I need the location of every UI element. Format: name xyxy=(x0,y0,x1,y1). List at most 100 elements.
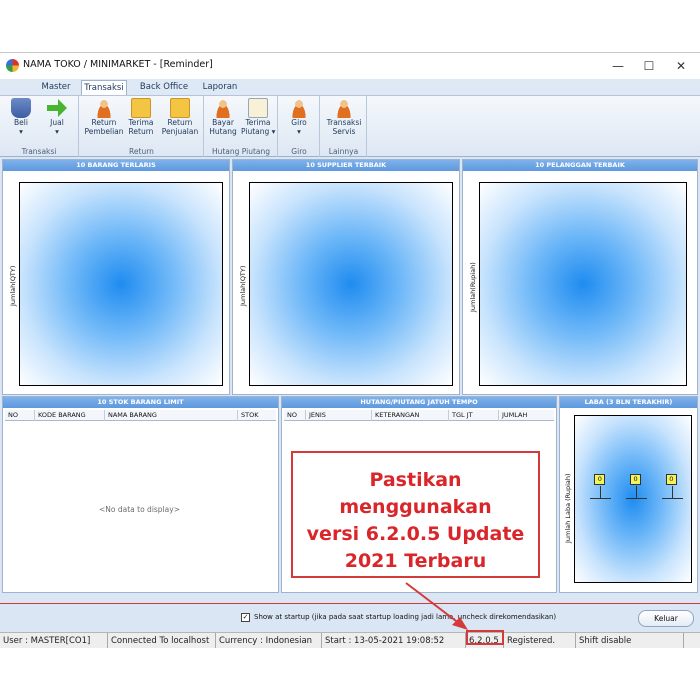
panel-title: 10 STOK BARANG LIMIT xyxy=(3,397,278,408)
maximize-button[interactable]: ☐ xyxy=(634,55,664,77)
return-penjualan-label: Return xyxy=(167,118,193,127)
panel-stok-barang-limit: 10 STOK BARANG LIMIT NO KODE BARANG NAMA… xyxy=(2,396,279,593)
tab-master[interactable]: Master xyxy=(38,80,74,95)
panel-supplier-terbaik: 10 SUPPLIER TERBAIK Jumlah(QTY) xyxy=(232,159,460,395)
chart-laba: 0 0 0 xyxy=(574,415,692,583)
panel-title: HUTANG/PIUTANG JATUH TEMPO xyxy=(282,397,556,408)
person-service-icon xyxy=(334,98,354,118)
ribbon-group-label: Return xyxy=(129,147,154,156)
title-bar: NAMA TOKO / MINIMARKET - [Reminder] — ☐ … xyxy=(0,53,700,79)
panel-title: 10 SUPPLIER TERBAIK xyxy=(233,160,459,171)
chart-ylabel: Jumlah(QTY) xyxy=(9,265,17,306)
show-at-startup-checkbox[interactable]: ✓ xyxy=(241,613,250,622)
status-connection: Connected To localhost xyxy=(108,633,216,648)
minimize-button[interactable]: — xyxy=(603,55,633,77)
tab-transaksi[interactable]: Transaksi xyxy=(81,80,127,95)
status-shift: Shift disable xyxy=(576,633,684,648)
grid-header: NO KODE BARANG NAMA BARANG STOK xyxy=(5,410,276,421)
bar-data-label: 0 xyxy=(665,474,677,485)
panel-title: 10 BARANG TERLARIS xyxy=(3,160,229,171)
return-pembelian-label-2: Pembelian xyxy=(84,127,124,136)
chart-barang-terlaris xyxy=(19,182,223,386)
jual-dropdown-icon: ▾ xyxy=(55,127,59,136)
chart-ylabel: Jumlah(QTY) xyxy=(239,265,247,306)
return-penjualan-button[interactable]: Return Penjualan xyxy=(160,98,200,136)
promo-line: versi 6.2.0.5 Update xyxy=(306,523,525,545)
ribbon-group-lainnya: Transaksi Servis Lainnya xyxy=(321,96,367,157)
status-resize-grip[interactable] xyxy=(684,633,700,648)
return-pembelian-button[interactable]: Return Pembelian xyxy=(84,98,124,136)
person-pay-icon xyxy=(213,98,233,118)
window-title: NAMA TOKO / MINIMARKET - [Reminder] xyxy=(23,59,213,70)
terima-return-label: Terima xyxy=(128,118,154,127)
app-logo-icon xyxy=(6,59,19,72)
bar-mark xyxy=(626,498,648,499)
panel-barang-terlaris: 10 BARANG TERLARIS Jumlah(QTY) xyxy=(2,159,230,395)
terima-piutang-label: Terima xyxy=(245,118,271,127)
beli-label: Beli xyxy=(14,118,28,127)
transaksi-servis-button[interactable]: Transaksi Servis xyxy=(325,98,363,136)
transaksi-servis-label: Transaksi xyxy=(326,118,362,127)
ribbon-group-giro: Giro ▾ Giro xyxy=(279,96,320,157)
panel-pelanggan-terbaik: 10 PELANGGAN TERBAIK Jumlah(Rupiah) xyxy=(462,159,698,395)
column-nama-barang[interactable]: NAMA BARANG xyxy=(105,410,238,421)
ribbon-tabs: Master Transaksi Back Office Laporan xyxy=(0,79,700,95)
terima-return-button[interactable]: Terima Return xyxy=(126,98,156,136)
return-penjualan-label-2: Penjualan xyxy=(161,127,199,136)
giro-button[interactable]: Giro ▾ xyxy=(287,98,311,136)
jual-label: Jual xyxy=(50,118,64,127)
ribbon-group-label: Transaksi xyxy=(21,147,57,156)
panel-title: LABA (3 BLN TERAKHIR) xyxy=(560,397,697,408)
column-keterangan[interactable]: KETERANGAN xyxy=(372,410,449,421)
close-button[interactable]: ✕ xyxy=(666,55,696,77)
bayar-hutang-button[interactable]: Bayar Hutang xyxy=(208,98,238,136)
chart-pelanggan-terbaik xyxy=(479,182,687,386)
bar-data-label: 0 xyxy=(594,474,606,485)
panel-title: 10 PELANGGAN TERBAIK xyxy=(463,160,697,171)
document-return-icon xyxy=(170,98,190,118)
giro-label: Giro xyxy=(291,118,307,127)
bar-data-label: 0 xyxy=(630,474,642,485)
jual-button[interactable]: Jual ▾ xyxy=(44,98,70,136)
bar-leader-line xyxy=(600,486,602,498)
grid-header: NO JENIS KETERANGAN TGL JT JUMLAH xyxy=(284,410,554,421)
column-jumlah[interactable]: JUMLAH xyxy=(499,410,556,421)
bar-leader-line xyxy=(671,486,673,498)
terima-piutang-button[interactable]: Terima Piutang ▾ xyxy=(241,98,275,136)
status-bar: User : MASTER[CO1] Connected To localhos… xyxy=(0,632,700,648)
person-giro-icon xyxy=(289,98,309,118)
bar-leader-line xyxy=(636,486,638,498)
document-icon xyxy=(131,98,151,118)
beli-button[interactable]: Beli ▾ xyxy=(8,98,34,136)
ribbon-group-label: Giro xyxy=(291,147,307,156)
transaksi-servis-label-2: Servis xyxy=(332,127,356,136)
ribbon-group-label: Hutang Piutang xyxy=(211,147,271,156)
column-no[interactable]: NO xyxy=(284,410,306,421)
keluar-button[interactable]: Keluar xyxy=(638,610,694,627)
column-no[interactable]: NO xyxy=(5,410,35,421)
tab-back-office[interactable]: Back Office xyxy=(136,80,192,95)
column-kode-barang[interactable]: KODE BARANG xyxy=(35,410,105,421)
empty-grid-message: <No data to display> xyxy=(99,505,180,514)
ribbon-group-label: Lainnya xyxy=(328,147,359,156)
terima-piutang-label-2: Piutang ▾ xyxy=(241,127,276,136)
promo-text: Pastikan menggunakan versi 6.2.0.5 Updat… xyxy=(293,467,538,575)
ribbon-group-transaksi: Beli ▾ Jual ▾ Transaksi xyxy=(0,96,79,157)
tab-laporan[interactable]: Laporan xyxy=(199,80,241,95)
column-stok[interactable]: STOK xyxy=(238,410,278,421)
bayar-hutang-label-2: Hutang xyxy=(209,127,237,136)
giro-dropdown-icon: ▾ xyxy=(297,127,301,136)
bayar-hutang-label: Bayar xyxy=(212,118,234,127)
ribbon: Beli ▾ Jual ▾ Transaksi Return Pembelian… xyxy=(0,95,700,157)
column-tgl-jt[interactable]: TGL JT xyxy=(449,410,499,421)
chart-ylabel: Jumlah(Rupiah) xyxy=(469,262,477,312)
version-highlight-box xyxy=(466,630,504,645)
card-icon xyxy=(248,98,268,118)
bar-mark xyxy=(590,498,612,499)
promo-arrow-icon xyxy=(405,582,468,630)
return-pembelian-label: Return xyxy=(91,118,117,127)
column-jenis[interactable]: JENIS xyxy=(306,410,372,421)
beli-dropdown-icon: ▾ xyxy=(19,127,23,136)
person-return-icon xyxy=(94,98,114,118)
chart-ylabel: Jumlah Laba (Rupiah) xyxy=(564,473,572,543)
